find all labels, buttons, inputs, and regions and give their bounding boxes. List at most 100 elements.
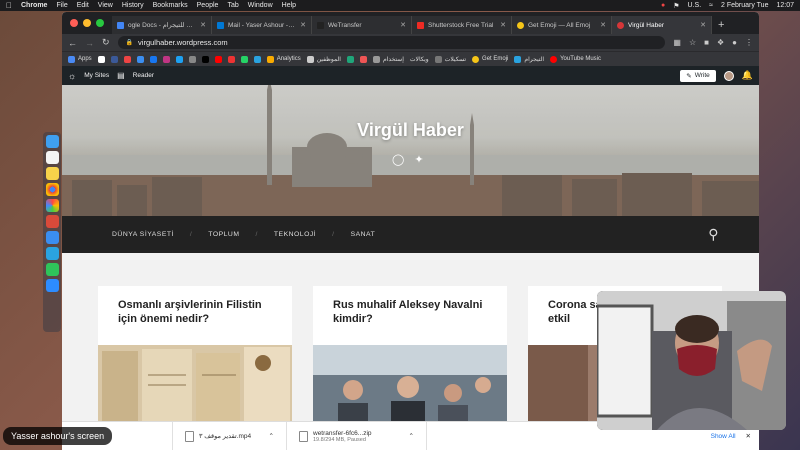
instagram-icon[interactable] (162, 55, 170, 63)
download-item[interactable]: تقدير موقف ٣.mp4 ⌃ (172, 422, 287, 450)
bookmark-agencies[interactable]: ويكالات (410, 56, 429, 63)
nav-item-technology[interactable]: TEKNOLOJİ (274, 231, 316, 238)
post-title[interactable]: Rus muhalif Aleksey Navalni kimdir? (313, 286, 507, 326)
webcam-video-overlay[interactable] (597, 291, 786, 430)
menu-chrome[interactable]: Chrome (21, 2, 47, 9)
close-tab-icon[interactable]: ✕ (500, 21, 506, 29)
post-title[interactable]: Osmanlı arşivlerinin Filistin için önemi… (98, 286, 292, 326)
address-bar[interactable]: 🔒 virgulhaber.wordpress.com (117, 36, 666, 49)
extension-icon[interactable]: ■ (704, 38, 709, 47)
tiktok-icon[interactable] (201, 55, 209, 63)
avatar[interactable] (723, 70, 734, 81)
date-label[interactable]: 2 February Tue (721, 2, 768, 9)
download-item[interactable]: wetransfer-6fc6...zip 19.8/294 MB, Pause… (287, 422, 427, 450)
chrome-icon[interactable] (45, 183, 59, 196)
back-icon[interactable]: ← (68, 38, 77, 48)
instagram-icon[interactable]: ◯ (392, 153, 404, 166)
nav-item-society[interactable]: TOPLUM (208, 231, 239, 238)
notes-icon[interactable] (45, 167, 59, 180)
tab-virgul-haber[interactable]: Virgül Haber ✕ (612, 16, 712, 34)
tab-wetransfer[interactable]: WeTransfer ✕ (312, 16, 412, 34)
bookmark-icon[interactable] (110, 55, 118, 63)
whatsapp-icon[interactable] (45, 263, 59, 276)
bookmark-apps[interactable]: Apps (68, 55, 92, 63)
reload-icon[interactable]: ↻ (102, 37, 110, 48)
search-icon[interactable]: ⚲ (708, 226, 719, 243)
zoom-icon[interactable] (45, 279, 59, 292)
finder-icon[interactable] (45, 135, 59, 148)
time-label[interactable]: 12:07 (776, 2, 794, 9)
bookmark-icon[interactable] (359, 55, 367, 63)
puzzle-icon[interactable]: ❖ (717, 38, 724, 47)
bookmark-analytics[interactable]: Analytics (266, 55, 301, 63)
wifi-icon[interactable]: ≈ (709, 2, 713, 9)
tab-get-emoji[interactable]: Get Emoji — All Emoj ✕ (512, 16, 612, 34)
ottoman-archive-image[interactable] (98, 345, 292, 422)
close-download-shelf-icon[interactable]: ✕ (746, 432, 759, 440)
translate-icon[interactable]: ▦ (673, 38, 681, 47)
close-tab-icon[interactable]: ✕ (600, 21, 606, 29)
tab-shutterstock[interactable]: Shutterstock Free Trial ✕ (412, 16, 512, 34)
twitter-icon[interactable] (175, 55, 183, 63)
twitter-icon[interactable]: ✦ (414, 153, 423, 166)
close-tab-icon[interactable]: ✕ (200, 21, 206, 29)
post-card[interactable]: Rus muhalif Aleksey Navalni kimdir? (313, 286, 507, 422)
maximize-window-button[interactable] (96, 19, 104, 27)
bookmark-telegram[interactable]: التيجرام (514, 55, 544, 63)
menu-edit[interactable]: Edit (77, 2, 89, 9)
whatsapp-icon[interactable] (240, 55, 248, 63)
close-tab-icon[interactable]: ✕ (400, 21, 406, 29)
bookmark-formations[interactable]: تسكيلات (434, 55, 466, 63)
menu-help[interactable]: Help (282, 2, 296, 9)
bookmark-get-emoji[interactable]: Get Emoji (472, 55, 508, 63)
menu-window[interactable]: Window (248, 2, 273, 9)
reader-link[interactable]: Reader (133, 72, 154, 79)
navalny-photo-image[interactable] (313, 345, 507, 422)
menu-view[interactable]: View (98, 2, 113, 9)
app-icon[interactable] (45, 215, 59, 228)
bookmark-icon[interactable] (188, 55, 196, 63)
my-sites-link[interactable]: My Sites (84, 72, 109, 79)
photos-icon[interactable] (45, 199, 59, 212)
post-card[interactable]: Osmanlı arşivlerinin Filistin için önemi… (98, 286, 292, 422)
wordpress-logo-icon[interactable]: ☼ (68, 71, 76, 81)
menu-bookmarks[interactable]: Bookmarks (153, 2, 188, 9)
close-window-button[interactable] (70, 19, 78, 27)
notifications-bell-icon[interactable]: 🔔 (742, 70, 753, 81)
bookmark-usage[interactable]: إستخدام (372, 55, 404, 63)
menu-people[interactable]: People (197, 2, 219, 9)
bookmark-star-icon[interactable]: ☆ (689, 38, 696, 47)
calendar-icon[interactable] (45, 151, 59, 164)
tab-mail[interactable]: Mail - Yaser Ashour - Ou ✕ (212, 16, 312, 34)
menu-kebab-icon[interactable]: ⋮ (745, 38, 753, 47)
forward-icon[interactable]: → (85, 38, 94, 48)
bookmark-icon[interactable] (227, 55, 235, 63)
profile-icon[interactable]: ● (732, 38, 737, 47)
bookmark-employees[interactable]: الموظفين (306, 55, 341, 63)
close-tab-icon[interactable]: ✕ (700, 21, 706, 29)
telegram-icon[interactable] (253, 55, 261, 63)
bookmark-youtube-music[interactable]: YouTube Music (550, 55, 601, 63)
new-tab-button[interactable]: + (712, 19, 730, 34)
bookmark-icon[interactable] (123, 55, 131, 63)
menu-file[interactable]: File (56, 2, 67, 9)
menu-tab[interactable]: Tab (227, 2, 238, 9)
bookmark-icon[interactable] (136, 55, 144, 63)
nav-item-world-politics[interactable]: DÜNYA SİYASETİ (112, 231, 174, 238)
reader-icon[interactable]: ▤ (117, 71, 125, 80)
youtube-icon[interactable] (214, 55, 222, 63)
tab-google-docs[interactable]: ogle Docs - نماذج للتيجرام ✕ (112, 16, 212, 34)
chevron-up-icon[interactable]: ⌃ (409, 432, 414, 440)
nav-item-art[interactable]: SANAT (351, 231, 376, 238)
telegram-icon[interactable] (45, 247, 59, 260)
show-all-downloads-link[interactable]: Show All (711, 433, 746, 440)
chrome-status-icon[interactable]: ● (661, 2, 665, 9)
facebook-icon[interactable] (149, 55, 157, 63)
minimize-window-button[interactable] (83, 19, 91, 27)
menu-history[interactable]: History (122, 2, 144, 9)
vuetify-icon[interactable] (346, 55, 354, 63)
safari-icon[interactable] (45, 231, 59, 244)
locale-label[interactable]: U.S. (688, 2, 702, 9)
google-icon[interactable] (97, 55, 105, 63)
site-title[interactable]: Virgül Haber (62, 120, 759, 141)
